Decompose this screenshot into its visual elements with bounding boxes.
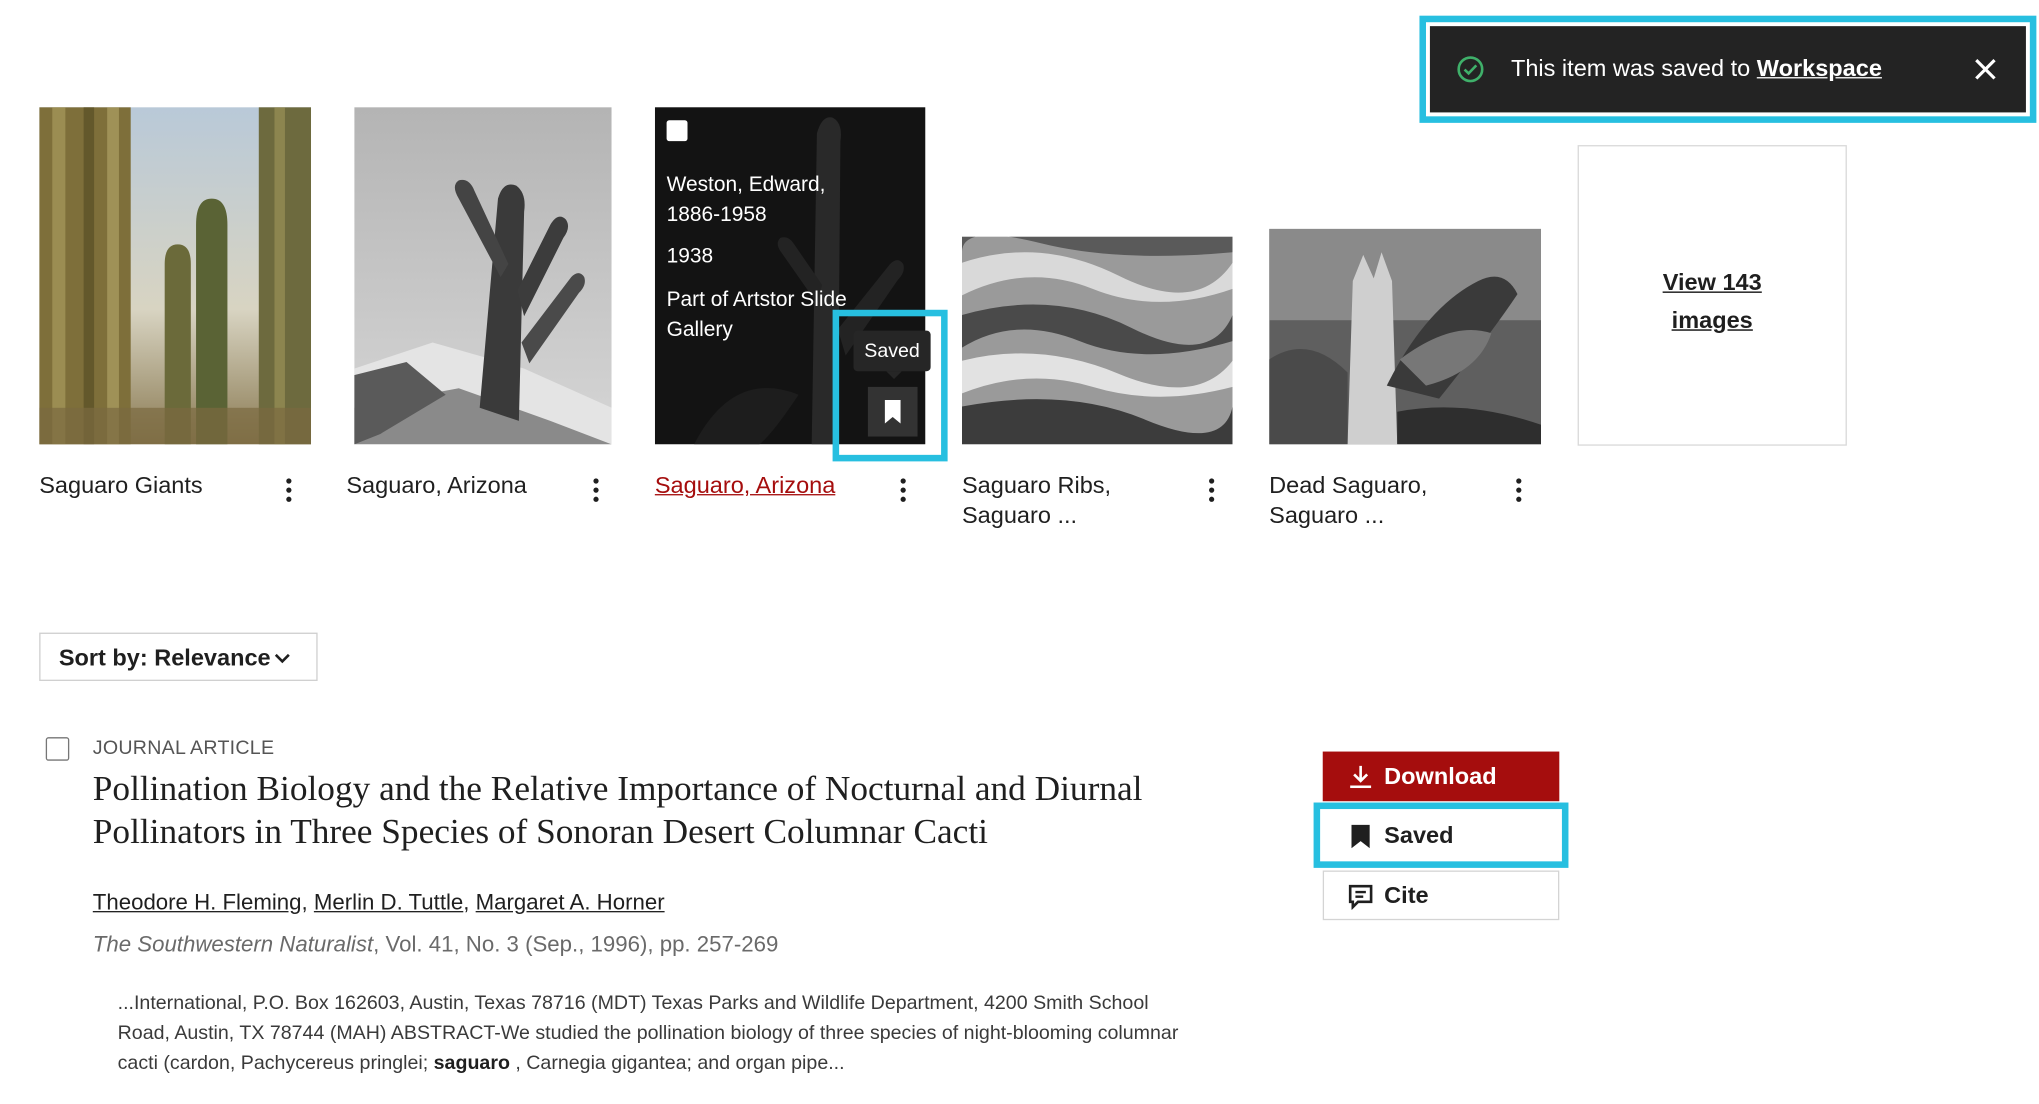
saguaro-ribs-image <box>961 236 1233 445</box>
cite-icon <box>1348 884 1373 910</box>
download-label: Download <box>1384 763 1497 790</box>
author-link[interactable]: Margaret A. Horner <box>476 890 665 915</box>
download-button[interactable]: Download <box>1322 751 1560 802</box>
view-more-images-card[interactable]: View 143 images <box>1577 145 1847 446</box>
saved-label: Saved <box>1384 822 1454 849</box>
overlay-year: 1938 <box>666 245 714 268</box>
cite-button[interactable]: Cite <box>1322 870 1560 921</box>
workspace-link[interactable]: Workspace <box>1757 55 1882 81</box>
dead-saguaro-image <box>1269 228 1542 445</box>
saguaro-arizona-image <box>354 107 612 445</box>
bookmark-filled-icon <box>1351 824 1370 849</box>
result-title-line2[interactable]: Pollinators in Three Species of Sonoran … <box>93 812 988 851</box>
sort-dropdown[interactable]: Sort by: Relevance <box>39 632 318 681</box>
saved-button[interactable]: Saved <box>1322 811 1560 861</box>
chevron-down-icon <box>274 653 290 664</box>
snippet-text-end: , Carnegia gigantea; and organ pipe... <box>509 1052 845 1075</box>
author-list: Theodore H. Fleming, Merlin D. Tuttle, M… <box>92 890 665 915</box>
bookmark-highlight <box>832 309 948 462</box>
content-type-label: JOURNAL ARTICLE <box>92 737 275 760</box>
more-options-icon[interactable] <box>1205 476 1218 505</box>
image-thumbnail-saguaro-arizona[interactable] <box>354 107 612 445</box>
more-options-icon[interactable] <box>1512 476 1525 505</box>
overlay-collection-cont: Gallery <box>666 318 733 342</box>
image-title-line1[interactable]: Saguaro Ribs, <box>962 471 1111 501</box>
more-options-icon[interactable] <box>282 476 295 505</box>
select-checkbox[interactable] <box>666 120 688 142</box>
image-title-line2[interactable]: Saguaro ... <box>1269 501 1384 531</box>
image-thumbnail-saguaro-ribs[interactable] <box>961 236 1233 445</box>
image-title-line2[interactable]: Saguaro ... <box>962 501 1077 531</box>
check-circle-icon <box>1457 56 1484 83</box>
download-icon <box>1350 765 1372 789</box>
citation-details: , Vol. 41, No. 3 (Sep., 1996), pp. 257-2… <box>373 931 779 957</box>
saguaro-giants-image <box>39 107 312 445</box>
image-title-link[interactable]: Saguaro, Arizona <box>655 471 835 501</box>
result-snippet: ...International, P.O. Box 162603, Austi… <box>118 988 1183 1078</box>
author-link[interactable]: Theodore H. Fleming <box>93 890 302 915</box>
saved-toast: This item was saved to Workspace <box>1429 26 2026 113</box>
image-thumbnail-dead-saguaro[interactable] <box>1269 228 1542 445</box>
sort-label: Sort by: Relevance <box>58 644 271 671</box>
overlay-collection: Part of Artstor Slide <box>666 288 847 312</box>
close-icon[interactable] <box>1970 54 2001 85</box>
overlay-creator: Weston, Edward, <box>666 173 826 197</box>
overlay-dates: 1886-1958 <box>666 203 767 227</box>
image-title-line1[interactable]: Dead Saguaro, <box>1269 471 1427 501</box>
toast-message: This item was saved to Workspace <box>1511 52 1882 83</box>
citation-line: The Southwestern Naturalist, Vol. 41, No… <box>93 931 779 960</box>
image-title[interactable]: Saguaro Giants <box>39 471 202 501</box>
journal-name: The Southwestern Naturalist <box>92 931 374 957</box>
snippet-highlight: saguaro <box>433 1052 510 1075</box>
image-thumbnail-saguaro-giants[interactable] <box>39 107 312 445</box>
cite-label: Cite <box>1384 882 1429 909</box>
more-options-icon[interactable] <box>897 476 910 505</box>
author-link[interactable]: Merlin D. Tuttle <box>314 890 463 915</box>
view-more-link[interactable]: View 143 images <box>1579 264 1846 340</box>
toast-text: This item was saved to <box>1510 54 1751 82</box>
view-more-line2: images <box>1671 307 1753 334</box>
more-options-icon[interactable] <box>589 476 602 505</box>
result-title[interactable]: Pollination Biology and the Relative Imp… <box>93 767 1217 853</box>
image-title[interactable]: Saguaro, Arizona <box>346 471 526 501</box>
select-result-checkbox[interactable] <box>45 737 70 761</box>
result-title-line1[interactable]: Pollination Biology and the Relative Imp… <box>93 769 1143 808</box>
view-more-line1: View 143 <box>1662 269 1762 296</box>
